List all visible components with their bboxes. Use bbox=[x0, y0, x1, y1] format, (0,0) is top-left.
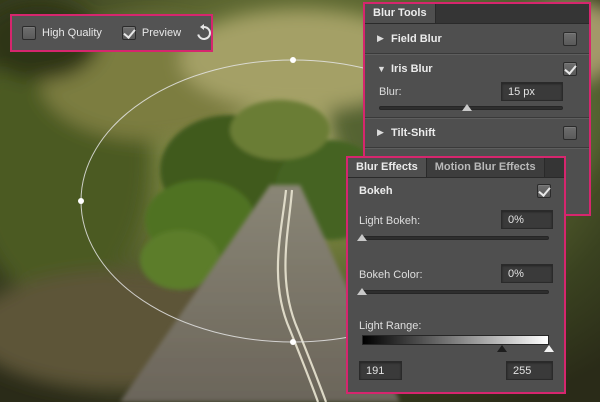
blur-options-toolbar: High Quality Preview bbox=[10, 14, 213, 52]
field-blur-checkbox[interactable] bbox=[563, 31, 577, 46]
light-bokeh-field[interactable] bbox=[501, 210, 553, 229]
preview-option[interactable]: Preview bbox=[112, 16, 225, 50]
iris-blur-settings: Blur: bbox=[365, 82, 589, 118]
high-quality-option[interactable]: High Quality bbox=[12, 16, 112, 50]
light-bokeh-slider-track[interactable] bbox=[362, 236, 549, 240]
bokeh-color-slider-thumb[interactable] bbox=[357, 288, 367, 295]
preview-label: Preview bbox=[141, 27, 182, 39]
blur-amount-field[interactable] bbox=[501, 82, 563, 101]
expand-arrow-icon[interactable]: ▶ bbox=[377, 127, 391, 138]
high-quality-label: High Quality bbox=[42, 27, 102, 39]
high-quality-checkbox[interactable] bbox=[22, 26, 36, 40]
bokeh-color-field[interactable] bbox=[501, 264, 553, 283]
tab-blur-tools[interactable]: Blur Tools bbox=[365, 4, 436, 23]
field-blur-label: Field Blur bbox=[391, 32, 442, 45]
bokeh-color-label: Bokeh Color: bbox=[359, 269, 423, 281]
iris-handle-left[interactable] bbox=[78, 198, 84, 204]
iris-blur-label: Iris Blur bbox=[391, 63, 433, 75]
rotate-ccw-icon[interactable] bbox=[193, 22, 215, 44]
bokeh-color-slider-track[interactable] bbox=[362, 290, 549, 294]
bokeh-label: Bokeh bbox=[359, 185, 393, 197]
light-bokeh-slider-thumb[interactable] bbox=[357, 234, 367, 241]
light-range-high-thumb[interactable] bbox=[544, 345, 554, 352]
blur-tools-tabbar: Blur Tools bbox=[365, 4, 589, 24]
blur-amount-label: Blur: bbox=[379, 86, 402, 98]
field-blur-row[interactable]: ▶ Field Blur bbox=[365, 24, 589, 54]
blur-amount-slider-thumb[interactable] bbox=[462, 104, 473, 111]
iris-blur-row[interactable]: ▼ Iris Blur bbox=[365, 54, 589, 84]
tab-motion-blur-effects[interactable]: Motion Blur Effects bbox=[426, 158, 545, 177]
tilt-shift-row[interactable]: ▶ Tilt-Shift bbox=[365, 118, 589, 148]
light-range-low-field[interactable] bbox=[359, 361, 402, 380]
iris-handle-top[interactable] bbox=[290, 57, 296, 63]
light-range-gradient-bar[interactable] bbox=[362, 335, 549, 345]
tilt-shift-label: Tilt-Shift bbox=[391, 126, 436, 139]
collapse-arrow-icon[interactable]: ▼ bbox=[377, 64, 391, 74]
preview-checkbox[interactable] bbox=[121, 26, 136, 40]
blur-effects-panel: Blur Effects Motion Blur Effects Bokeh L… bbox=[346, 156, 566, 394]
tilt-shift-checkbox[interactable] bbox=[563, 125, 577, 140]
light-range-label: Light Range: bbox=[359, 320, 422, 332]
tab-blur-effects[interactable]: Blur Effects bbox=[348, 158, 427, 177]
iris-blur-checkbox[interactable] bbox=[563, 62, 577, 76]
expand-arrow-icon[interactable]: ▶ bbox=[377, 33, 391, 44]
light-range-high-field[interactable] bbox=[506, 361, 553, 380]
iris-handle-bottom[interactable] bbox=[290, 339, 296, 345]
light-range-low-thumb[interactable] bbox=[497, 345, 508, 352]
blur-effects-tabbar: Blur Effects Motion Blur Effects bbox=[348, 158, 564, 178]
bokeh-checkbox[interactable] bbox=[537, 184, 551, 198]
light-bokeh-label: Light Bokeh: bbox=[359, 215, 421, 227]
